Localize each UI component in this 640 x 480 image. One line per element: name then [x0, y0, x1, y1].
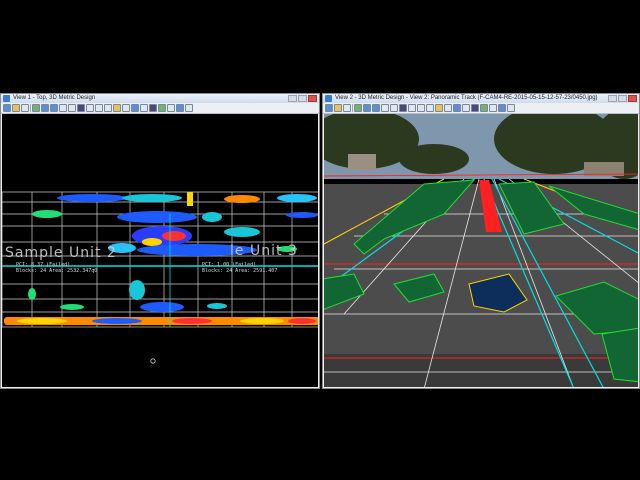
walk-icon[interactable]: [462, 104, 470, 112]
clip-mask-icon[interactable]: [444, 104, 452, 112]
view-next-icon[interactable]: [104, 104, 112, 112]
settings-icon[interactable]: [185, 104, 193, 112]
maximize-button[interactable]: [618, 95, 627, 102]
view-previous-icon[interactable]: [417, 104, 425, 112]
house-left: [348, 154, 376, 170]
view-2-titlebar[interactable]: View 2 - 3D Metric Design - View 2: Pano…: [323, 94, 639, 103]
view-2-toolbar: [323, 103, 639, 114]
view-2-window[interactable]: View 2 - 3D Metric Design - View 2: Pano…: [322, 93, 640, 389]
app-icon: [3, 95, 10, 102]
app-icon: [325, 95, 332, 102]
clip-volume-icon[interactable]: [113, 104, 121, 112]
update-view-icon[interactable]: [354, 104, 362, 112]
view-next-icon[interactable]: [426, 104, 434, 112]
view-1-titlebar[interactable]: View 1 - Top, 3D Metric Design: [1, 94, 319, 103]
display-style-icon[interactable]: [334, 104, 342, 112]
clip-volume-icon[interactable]: [435, 104, 443, 112]
close-button[interactable]: [308, 95, 317, 102]
window-area-icon[interactable]: [59, 104, 67, 112]
render-icon[interactable]: [149, 104, 157, 112]
levels-icon[interactable]: [176, 104, 184, 112]
sample-unit-2-label: Sample Unit 2: [5, 245, 117, 261]
light-icon[interactable]: [343, 104, 351, 112]
toolbar-separator: [30, 104, 31, 112]
light-icon[interactable]: [21, 104, 29, 112]
window-area-icon[interactable]: [381, 104, 389, 112]
zoom-in-icon[interactable]: [41, 104, 49, 112]
info-right-line2: Blocks: 24 Area: 2591.407: [202, 268, 278, 274]
settings-icon[interactable]: [507, 104, 515, 112]
rotate-view-icon[interactable]: [399, 104, 407, 112]
levels-icon[interactable]: [498, 104, 506, 112]
minimize-button[interactable]: [608, 95, 617, 102]
clip-mask-icon[interactable]: [122, 104, 130, 112]
view-1-canvas[interactable]: Sample Unit 2 le Unit 3 PCI: 8.37 (Faile…: [2, 114, 318, 387]
view-attributes-icon[interactable]: [3, 104, 11, 112]
view-previous-icon[interactable]: [95, 104, 103, 112]
maximize-button[interactable]: [298, 95, 307, 102]
view-1-title: View 1 - Top, 3D Metric Design: [13, 95, 96, 101]
camera-icon[interactable]: [453, 104, 461, 112]
zoom-in-icon[interactable]: [363, 104, 371, 112]
sample-unit-3-label: le Unit 3: [230, 243, 298, 259]
fit-view-icon[interactable]: [68, 104, 76, 112]
close-button[interactable]: [628, 95, 637, 102]
camera-icon[interactable]: [131, 104, 139, 112]
view-attributes-icon[interactable]: [325, 104, 333, 112]
grid-icon[interactable]: [167, 104, 175, 112]
rotate-view-icon[interactable]: [77, 104, 85, 112]
update-view-icon[interactable]: [32, 104, 40, 112]
grid-icon[interactable]: [489, 104, 497, 112]
view-2-canvas[interactable]: [324, 114, 638, 387]
sheet-icon[interactable]: [480, 104, 488, 112]
panoramic-view-drawing: [324, 114, 638, 387]
render-icon[interactable]: [471, 104, 479, 112]
view-1-toolbar: [1, 103, 319, 114]
pan-view-icon[interactable]: [86, 104, 94, 112]
info-left-line2: Blocks: 24 Area: 2532.347q0: [16, 268, 98, 274]
zoom-out-icon[interactable]: [50, 104, 58, 112]
toolbar-separator: [352, 104, 353, 112]
minimize-button[interactable]: [288, 95, 297, 102]
fit-view-icon[interactable]: [390, 104, 398, 112]
sheet-icon[interactable]: [158, 104, 166, 112]
walk-icon[interactable]: [140, 104, 148, 112]
zoom-out-icon[interactable]: [372, 104, 380, 112]
cursor-marker: [150, 358, 156, 364]
display-style-icon[interactable]: [12, 104, 20, 112]
view-1-window[interactable]: View 1 - Top, 3D Metric Design Sample Un…: [0, 93, 320, 389]
view-2-title: View 2 - 3D Metric Design - View 2: Pano…: [335, 95, 598, 101]
pan-view-icon[interactable]: [408, 104, 416, 112]
